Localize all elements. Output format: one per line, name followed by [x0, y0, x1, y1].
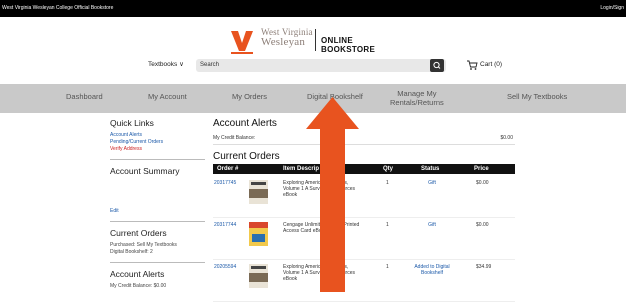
- link-pending-orders[interactable]: Pending/Current Orders: [110, 139, 205, 146]
- account-summary-title: Account Summary: [110, 166, 180, 176]
- credit-balance-row: My Credit Balance: $0.00: [213, 133, 515, 145]
- nav-my-orders[interactable]: My Orders: [232, 92, 267, 101]
- order-number-link[interactable]: 20317744: [214, 222, 236, 228]
- status-link[interactable]: Gift: [405, 222, 459, 228]
- item-qty: 1: [386, 222, 389, 228]
- item-price: $0.00: [476, 222, 489, 228]
- status-link[interactable]: Added to Digital Bookshelf: [405, 264, 459, 276]
- col-status: Status: [421, 166, 440, 172]
- top-bar: West Virginia Wesleyan College Official …: [0, 0, 626, 17]
- search-input[interactable]: Search: [196, 59, 446, 72]
- order-number-link[interactable]: 20205594: [214, 264, 236, 270]
- credit-summary: My Credit Balance: $0.00: [110, 283, 167, 289]
- divider: [110, 159, 205, 160]
- logo-online-bookstore: ONLINE BOOKSTORE: [321, 36, 376, 54]
- store-logo[interactable]: West Virginia Wesleyan ONLINE BOOKSTORE: [229, 27, 404, 61]
- cart-label: Cart (0): [480, 61, 503, 68]
- order-number-link[interactable]: 20317745: [214, 180, 236, 186]
- table-row: 20317745 Exploring American Histories, V…: [213, 176, 515, 218]
- orders-table-header: Order # Item Descrip Qty Status Price: [213, 164, 515, 174]
- item-qty: 1: [386, 264, 389, 270]
- search-button[interactable]: [430, 59, 444, 72]
- col-order: Order #: [217, 166, 239, 172]
- divider: [110, 221, 205, 222]
- nav-dashboard[interactable]: Dashboard: [66, 92, 103, 101]
- col-qty: Qty: [383, 166, 394, 172]
- login-link[interactable]: Login/Sign: [600, 5, 624, 11]
- book-cover-thumbnail[interactable]: [249, 180, 268, 204]
- logo-college-name: West Virginia Wesleyan: [261, 27, 313, 48]
- item-price: $0.00: [476, 180, 489, 186]
- search-placeholder: Search: [200, 62, 220, 68]
- edit-link[interactable]: Edit: [110, 208, 205, 215]
- wesleyan-w-logo-icon: [229, 27, 256, 54]
- nav-manage-rentals[interactable]: Manage My Rentals/Returns: [390, 89, 444, 107]
- book-cover-thumbnail[interactable]: [249, 264, 268, 288]
- purchased-summary: Purchased: Sell My Textbooks: [110, 242, 177, 248]
- main-content: Account Alerts My Credit Balance: $0.00 …: [213, 118, 515, 302]
- divider: [110, 262, 205, 263]
- item-qty: 1: [386, 180, 389, 186]
- current-orders-title: Current Orders: [110, 228, 167, 238]
- logo-line2: Wesleyan: [261, 36, 306, 48]
- nav-my-account[interactable]: My Account: [148, 92, 187, 101]
- book-cover-thumbnail[interactable]: [249, 222, 268, 246]
- status-link[interactable]: Gift: [405, 180, 459, 186]
- nav-manage-line2: Rentals/Returns: [390, 98, 444, 107]
- table-row: 20317744 Cengage Unlimited 1 Term Printe…: [213, 218, 515, 260]
- search-icon: [433, 61, 441, 69]
- account-alerts-title: Account Alerts: [110, 269, 165, 279]
- logo-divider: [315, 29, 316, 51]
- credit-label: My Credit Balance:: [213, 135, 256, 141]
- highlight-up-arrow-icon: [306, 97, 359, 292]
- digital-summary: Digital Bookshelf: 2: [110, 249, 153, 255]
- link-verify-address[interactable]: Verify Address: [110, 146, 205, 153]
- textbooks-dropdown[interactable]: Textbooks ∨: [148, 60, 184, 68]
- item-price: $34.99: [476, 264, 492, 270]
- account-alerts-heading: Account Alerts: [213, 118, 277, 129]
- link-account-alerts[interactable]: Account Alerts: [110, 132, 205, 139]
- nav-sell-textbooks[interactable]: Sell My Textbooks: [507, 92, 567, 101]
- site-title: West Virginia Wesleyan College Official …: [2, 5, 114, 11]
- col-price: Price: [474, 166, 489, 172]
- credit-value: $0.00: [500, 135, 513, 141]
- sidebar: Quick Links Account Alerts Pending/Curre…: [110, 118, 205, 290]
- cart-icon: [467, 60, 478, 70]
- table-row: 20205594 Exploring American Histories, V…: [213, 260, 515, 302]
- current-orders-heading: Current Orders: [213, 151, 280, 162]
- quick-links-title: Quick Links: [110, 118, 154, 128]
- nav-manage-line1: Manage My: [397, 89, 437, 98]
